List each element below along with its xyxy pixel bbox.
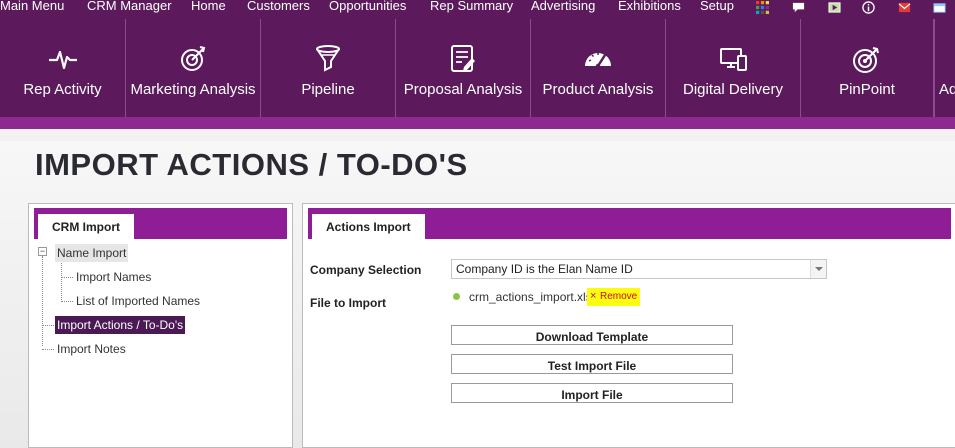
tree-item-name-import[interactable]: Name Import — [55, 244, 129, 262]
apps-grid-icon[interactable] — [756, 1, 769, 14]
close-icon: × — [590, 290, 597, 302]
document-edit-icon — [451, 45, 475, 72]
info-icon[interactable] — [862, 1, 875, 14]
tree-connector — [61, 301, 73, 302]
window-icon[interactable] — [933, 1, 946, 14]
module-label: Ad — [939, 81, 955, 98]
module-marketing-analysis[interactable]: Marketing Analysis — [126, 19, 261, 117]
tree-connector — [61, 277, 73, 278]
module-proposal-analysis[interactable]: Proposal Analysis — [396, 19, 531, 117]
module-label: Product Analysis — [542, 81, 654, 98]
module-label: Rep Activity — [23, 81, 102, 98]
module-label: Marketing Analysis — [130, 81, 256, 98]
tree-connector — [61, 260, 62, 302]
file-to-import-label: File to Import — [310, 296, 386, 310]
menu-opportunities[interactable]: Opportunities — [329, 0, 406, 13]
remove-file-button[interactable]: × Remove — [587, 288, 640, 306]
collapse-icon[interactable]: − — [38, 247, 47, 256]
menu-rep-summary[interactable]: Rep Summary — [430, 0, 513, 13]
tree-item-import-names[interactable]: Import Names — [74, 268, 153, 286]
company-selection-value: Company ID is the Elan Name ID — [456, 262, 633, 276]
tree-connector — [42, 256, 43, 346]
module-rep-activity[interactable]: Rep Activity — [0, 19, 126, 117]
uploaded-file-name: crm_actions_import.xlsx — [469, 290, 598, 304]
menu-home[interactable]: Home — [191, 0, 226, 13]
module-product-analysis[interactable]: Product Analysis — [531, 19, 666, 117]
company-selection-label: Company Selection — [310, 263, 422, 277]
menu-advertising[interactable]: Advertising — [531, 0, 595, 13]
funnel-icon — [316, 45, 340, 72]
module-ad-truncated[interactable]: Ad — [934, 19, 955, 117]
chevron-down-icon[interactable] — [810, 260, 826, 278]
mail-icon[interactable] — [898, 1, 911, 14]
company-selection-dropdown[interactable]: Company ID is the Elan Name ID — [451, 259, 827, 279]
crm-import-panel: CRM Import − Name Import Import Names Li… — [28, 203, 293, 448]
menu-customers[interactable]: Customers — [247, 0, 310, 13]
import-tree: − Name Import Import Names List of Impor… — [38, 244, 292, 447]
chat-icon[interactable] — [792, 1, 805, 14]
menu-setup[interactable]: Setup — [700, 0, 734, 13]
module-label: Digital Delivery — [682, 81, 784, 98]
actions-import-panel: Actions Import Company Selection Company… — [302, 203, 955, 448]
tree-item-import-notes[interactable]: Import Notes — [55, 340, 128, 358]
download-template-button[interactable]: Download Template — [451, 325, 733, 345]
gauge-icon — [585, 53, 611, 69]
panel-header: Actions Import — [308, 208, 951, 239]
menu-exhibitions[interactable]: Exhibitions — [618, 0, 681, 13]
tree-connector — [42, 325, 54, 326]
page-title: IMPORT ACTIONS / TO-DO'S — [35, 147, 468, 182]
import-file-button[interactable]: Import File — [451, 383, 733, 403]
file-status-icon — [453, 293, 460, 300]
remove-label: Remove — [600, 291, 638, 302]
top-menu-bar: Main Menu CRM Manager Home Customers Opp… — [0, 0, 955, 17]
target-arrow-icon — [181, 46, 206, 71]
menu-main-menu[interactable]: Main Menu — [0, 0, 64, 13]
devices-icon — [720, 48, 747, 71]
module-label: Pipeline — [301, 81, 355, 98]
menu-crm-manager[interactable]: CRM Manager — [87, 0, 172, 13]
tab-actions-import[interactable]: Actions Import — [312, 214, 425, 239]
video-icon[interactable] — [828, 1, 841, 14]
heartbeat-icon — [48, 50, 77, 70]
test-import-file-button[interactable]: Test Import File — [451, 354, 733, 374]
bullseye-icon — [853, 47, 879, 73]
module-label: Proposal Analysis — [403, 81, 523, 98]
module-pinpoint[interactable]: PinPoint — [801, 19, 934, 117]
module-digital-delivery[interactable]: Digital Delivery — [666, 19, 801, 117]
module-toolbar: Rep Activity Marketing Analysis Pipeline… — [0, 17, 955, 129]
tab-crm-import[interactable]: CRM Import — [38, 214, 134, 239]
tree-item-import-actions[interactable]: Import Actions / To-Do's — [55, 316, 186, 334]
tree-connector — [42, 349, 54, 350]
module-pipeline[interactable]: Pipeline — [261, 19, 396, 117]
panel-header: CRM Import — [34, 208, 287, 239]
tree-item-list-of-imported-names[interactable]: List of Imported Names — [74, 292, 202, 310]
module-label: PinPoint — [839, 81, 895, 98]
